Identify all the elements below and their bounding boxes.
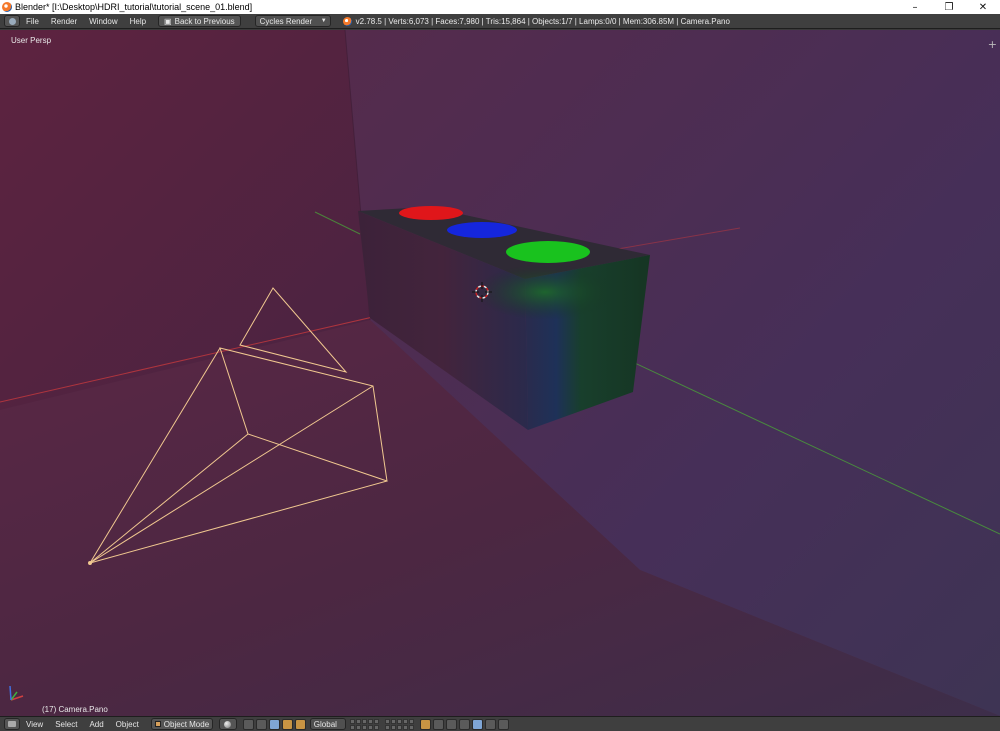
green-light[interactable] bbox=[506, 241, 590, 263]
snap-element-icon[interactable] bbox=[458, 718, 470, 730]
scene-layers bbox=[346, 718, 414, 730]
menu-add[interactable]: Add bbox=[83, 720, 109, 729]
shading-sphere-icon bbox=[224, 720, 232, 728]
editor-type-info-button[interactable] bbox=[4, 15, 20, 27]
view-name-label: User Persp bbox=[11, 36, 52, 45]
proportional-edit-icon[interactable] bbox=[432, 718, 444, 730]
render-preview-icon[interactable] bbox=[471, 718, 483, 730]
render-engine-value: Cycles Render bbox=[259, 16, 313, 26]
menu-view[interactable]: View bbox=[20, 720, 49, 729]
menu-render[interactable]: Render bbox=[45, 17, 83, 26]
viewport-scene bbox=[0, 30, 1000, 716]
info-icon bbox=[8, 17, 16, 25]
scene-stats: v2.78.5 | Verts:6,073 | Faces:7,980 | Tr… bbox=[355, 16, 730, 26]
axes-gizmo-icon bbox=[9, 685, 24, 701]
transform-orientation-select[interactable]: Global bbox=[309, 718, 346, 730]
blender-logo-icon bbox=[342, 16, 352, 26]
snap-toggle-icon[interactable] bbox=[445, 718, 457, 730]
window-titlebar: Blender* [I:\Desktop\HDRI_tutorial\tutor… bbox=[0, 0, 1000, 14]
layers-block-2[interactable] bbox=[384, 718, 414, 730]
menu-object[interactable]: Object bbox=[110, 720, 145, 729]
blue-light[interactable] bbox=[447, 222, 517, 238]
blender-app-icon bbox=[2, 2, 12, 12]
menu-select[interactable]: Select bbox=[49, 720, 83, 729]
viewport-shading-button[interactable] bbox=[218, 718, 237, 730]
3d-view-icon bbox=[8, 721, 16, 727]
menu-file[interactable]: File bbox=[20, 17, 45, 26]
window-controls: – ❐ ✕ bbox=[898, 0, 1000, 14]
back-to-previous-button[interactable]: ▣ Back to Previous bbox=[158, 15, 241, 27]
object-mode-icon bbox=[154, 721, 161, 727]
rotate-manipulator-icon[interactable] bbox=[281, 718, 293, 730]
layers-block-1[interactable] bbox=[349, 718, 379, 730]
screen-back-icon: ▣ bbox=[164, 16, 172, 26]
menu-help[interactable]: Help bbox=[124, 17, 152, 26]
scale-manipulator-icon[interactable] bbox=[294, 718, 306, 730]
3d-view-header: View Select Add Object Object Mode Globa… bbox=[0, 716, 1000, 731]
minimize-button[interactable]: – bbox=[898, 0, 932, 14]
opengl-render-icon[interactable] bbox=[497, 718, 509, 730]
active-object-label: (17) Camera.Pano bbox=[42, 705, 108, 714]
lock-camera-icon[interactable] bbox=[419, 718, 431, 730]
transform-orientation-value: Global bbox=[313, 719, 337, 729]
info-header: File Render Window Help ▣ Back to Previo… bbox=[0, 14, 1000, 29]
back-to-previous-label: Back to Previous bbox=[174, 16, 235, 26]
pivot-point-icon[interactable] bbox=[242, 718, 254, 730]
menu-window[interactable]: Window bbox=[83, 17, 123, 26]
toolshelf-toggle-icon[interactable]: + bbox=[988, 39, 997, 50]
close-button[interactable]: ✕ bbox=[966, 0, 1000, 14]
editor-type-3d-view-button[interactable] bbox=[4, 718, 20, 730]
chevron-down-icon: ▼ bbox=[320, 18, 327, 24]
red-light[interactable] bbox=[399, 206, 463, 220]
3d-viewport[interactable]: + bbox=[0, 30, 1000, 716]
maximize-button[interactable]: ❐ bbox=[932, 0, 966, 14]
interaction-mode-value: Object Mode bbox=[163, 719, 210, 729]
translate-manipulator-icon[interactable] bbox=[268, 718, 280, 730]
interaction-mode-select[interactable]: Object Mode bbox=[150, 718, 213, 730]
manipulator-toggle-icon[interactable] bbox=[255, 718, 267, 730]
render-animation-icon[interactable] bbox=[484, 718, 496, 730]
render-engine-select[interactable]: Cycles Render ▼ bbox=[254, 15, 331, 27]
window-title: Blender* [I:\Desktop\HDRI_tutorial\tutor… bbox=[15, 2, 253, 12]
